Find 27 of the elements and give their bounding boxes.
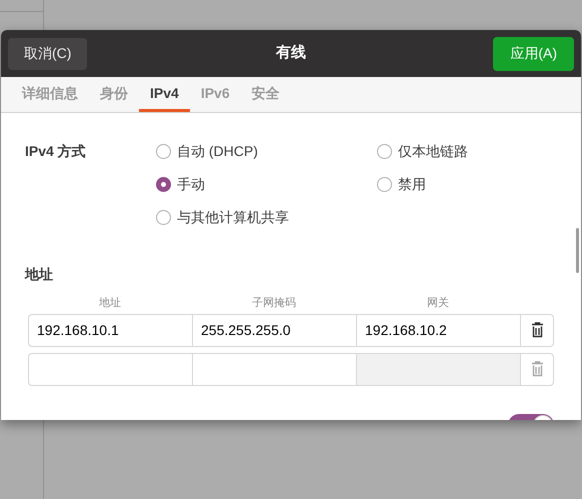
column-header: 地址 [99, 297, 121, 309]
method-label: IPv4 方式 [25, 142, 87, 161]
input-field[interactable] [192, 352, 356, 386]
radio-button[interactable] [377, 176, 392, 192]
trash-icon [530, 322, 544, 338]
input-field[interactable] [28, 352, 192, 386]
dialog-title: 有线 [276, 43, 306, 64]
radio-label[interactable]: 与其他计算机共享 [177, 206, 289, 228]
radio-button[interactable] [156, 176, 171, 192]
column-header: 子网掩码 [252, 297, 296, 309]
radio-button[interactable] [156, 210, 171, 224]
radio-button[interactable] [156, 144, 171, 158]
section-heading: 地址 [25, 265, 54, 284]
trash-icon [530, 361, 544, 377]
radio-label[interactable]: 禁用 [398, 174, 426, 194]
input-field[interactable]: 192.168.10.1 [28, 314, 192, 346]
input-field[interactable]: 192.168.10.2 [356, 314, 520, 346]
cancel-button[interactable]: 取消(C) [8, 38, 88, 70]
input-field[interactable]: 255.255.255.0 [192, 314, 356, 346]
radio-label[interactable]: 仅本地链路 [398, 140, 468, 162]
radio-label[interactable]: 手动 [177, 174, 205, 194]
radio-button[interactable] [377, 144, 392, 158]
tab[interactable]: IPv4 [139, 77, 190, 112]
radio-label[interactable]: 自动 (DHCP) [177, 140, 258, 162]
column-header: 网关 [427, 297, 449, 309]
delete-button[interactable] [520, 314, 554, 346]
scrollbar-thumb[interactable] [576, 228, 579, 273]
